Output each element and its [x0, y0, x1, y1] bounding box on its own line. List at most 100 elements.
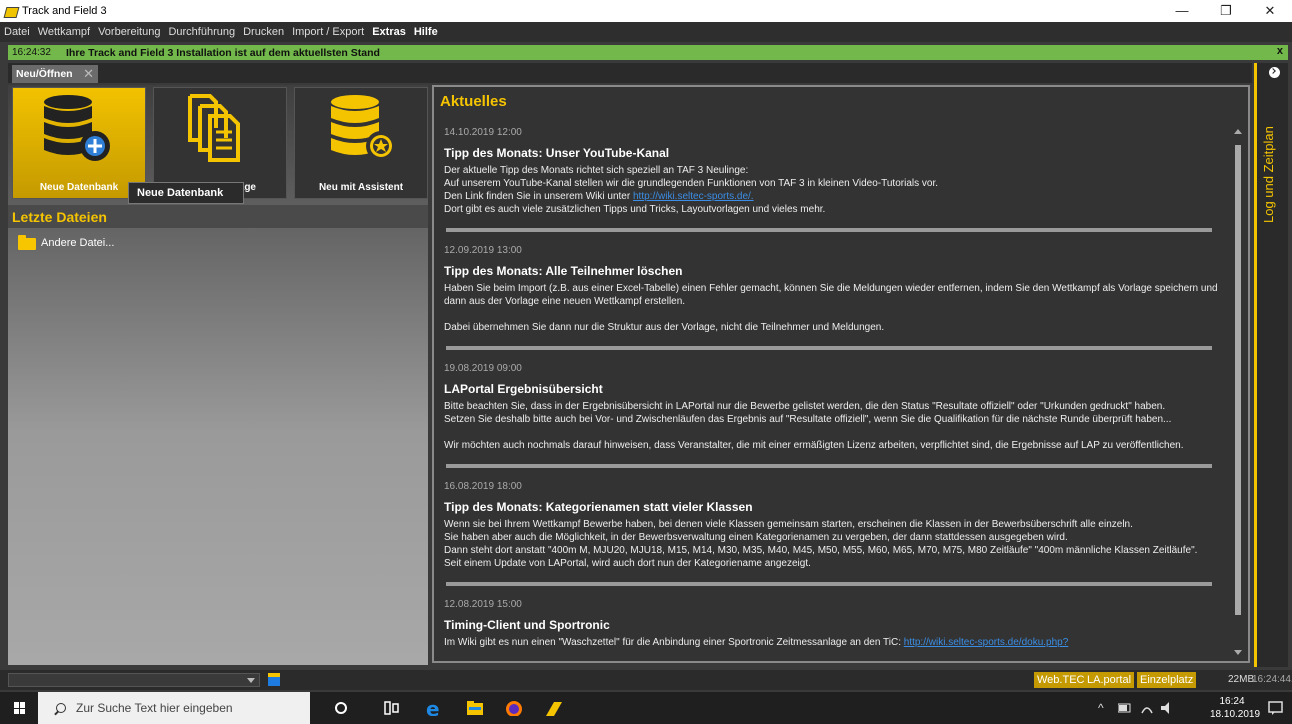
close-button[interactable]: ✕	[1248, 0, 1292, 22]
volume-icon[interactable]	[1160, 701, 1176, 724]
news-line: Auf unserem YouTube-Kanal stellen wir di…	[444, 178, 939, 189]
status-bar: Web.TEC LA.portal Einzelplatz 22MB 16:24…	[0, 670, 1292, 690]
minimize-button[interactable]: —	[1160, 0, 1204, 22]
news-line: Bitte beachten Sie, dass in der Ergebnis…	[444, 401, 1166, 412]
news-date: 12.09.2019 13:00	[444, 245, 522, 256]
status-combo[interactable]	[8, 673, 260, 687]
search-icon	[56, 703, 66, 713]
news-line: Seit einem Update von LAPortal, wird auc…	[444, 558, 811, 569]
search-placeholder: Zur Suche Text hier eingeben	[76, 701, 233, 715]
news-headline: Timing-Client und Sportronic	[444, 618, 610, 632]
memory-readout: 22MB	[1228, 674, 1255, 685]
news-line: Dabei übernehmen Sie dann nur die Strukt…	[444, 322, 885, 333]
news-line: Setzen Sie deshalb bitte auch bei Vor- u…	[444, 414, 1172, 425]
news-date: 12.08.2019 15:00	[444, 599, 522, 610]
news-date: 16.08.2019 18:00	[444, 481, 522, 492]
save-icon[interactable]	[268, 673, 280, 686]
status-clock: 16:24:44.7	[1252, 674, 1292, 685]
news-separator	[446, 346, 1212, 350]
maximize-button[interactable]: ❐	[1204, 0, 1248, 22]
news-line: Der aktuelle Tipp des Monats richtet sic…	[444, 165, 749, 176]
news-item: 16.08.2019 18:00 Tipp des Monats: Kategor…	[444, 481, 1228, 586]
menu-item-datei[interactable]: Datei	[0, 26, 34, 38]
new-with-assistant-tile[interactable]: Neu mit Assistent	[294, 87, 428, 199]
badge-einzelplatz: Einzelplatz	[1137, 672, 1197, 688]
menu-item-import-export[interactable]: Import / Export	[288, 26, 368, 38]
update-notification: 16:24:32 Ihre Track and Field 3 Installa…	[8, 45, 1288, 60]
menu-item-drucken[interactable]: Drucken	[239, 26, 288, 38]
collapse-icon[interactable]	[1269, 67, 1280, 78]
badge-webtec: Web.TEC	[1034, 672, 1088, 688]
news-date: 19.08.2019 09:00	[444, 363, 522, 374]
database-add-icon	[44, 95, 110, 161]
news-line: Dann steht dort anstatt "400m M, MJU20, …	[444, 545, 1198, 556]
tab-strip: Neu/Öffnen ✕	[8, 63, 1252, 83]
new-with-assistant-label: Neu mit Assistent	[318, 182, 404, 193]
news-scrollbar[interactable]	[1234, 127, 1242, 657]
new-database-label: Neue Datenbank	[39, 182, 119, 193]
news-headline: Tipp des Monats: Alle Teilnehmer löschen	[444, 264, 683, 278]
log-sidebar-label: Log und Zeitplan	[1261, 126, 1276, 223]
tray-chevron-up-icon[interactable]: ^	[1098, 701, 1104, 724]
cortana-icon[interactable]	[334, 700, 348, 716]
menu-item-durchführung[interactable]: Durchführung	[164, 26, 239, 38]
chevron-down-icon	[247, 678, 255, 683]
scroll-thumb[interactable]	[1235, 145, 1241, 615]
windows-start-icon[interactable]	[14, 702, 26, 714]
taskbar-search[interactable]: Zur Suche Text hier eingeben	[38, 692, 310, 724]
svg-text:e: e	[426, 700, 440, 716]
notification-time: 16:24:32	[12, 47, 51, 58]
left-panel: Neue Datenbank age Neu mit Assistent Let…	[8, 85, 428, 665]
news-link-prefix: Im Wiki gibt es nun einen "Waschzettel" …	[444, 637, 904, 648]
app-icon	[5, 5, 17, 17]
notifications-icon[interactable]	[1268, 700, 1284, 724]
tab-label: Neu/Öffnen	[16, 68, 73, 80]
log-sidebar[interactable]: Log und Zeitplan	[1254, 63, 1288, 667]
news-link[interactable]: http://wiki.seltec-sports.de/doku.php?	[904, 637, 1069, 648]
menu-item-wettkampf[interactable]: Wettkampf	[34, 26, 94, 38]
news-line: Sie haben aber auch die Möglichkeit, in …	[444, 532, 1068, 543]
news-separator	[446, 228, 1212, 232]
taskbar: Zur Suche Text hier eingeben e ^ 16:24 1…	[0, 692, 1292, 724]
new-database-tile[interactable]: Neue Datenbank	[12, 87, 146, 199]
news-separator	[446, 464, 1212, 468]
notification-close-button[interactable]: x	[1277, 45, 1283, 57]
scroll-up-icon[interactable]	[1234, 129, 1242, 134]
news-item: 12.09.2019 13:00 Tipp des Monats: Alle Te…	[444, 245, 1228, 350]
tab-close-icon[interactable]: ✕	[83, 65, 94, 83]
task-view-icon[interactable]	[384, 700, 400, 716]
news-item: 19.08.2019 09:00 LAPortal Ergebnisübersic…	[444, 363, 1228, 468]
scroll-down-icon[interactable]	[1234, 650, 1242, 655]
news-headline: Tipp des Monats: Unser YouTube-Kanal	[444, 146, 670, 160]
news-line	[444, 426, 1228, 439]
news-link[interactable]: http://wiki.seltec-sports.de/.	[633, 191, 754, 202]
taskbar-date: 18.10.2019	[1210, 709, 1261, 720]
news-item: 12.08.2019 15:00 Timing-Client und Sportr…	[444, 599, 1228, 649]
menu-item-hilfe[interactable]: Hilfe	[410, 26, 442, 38]
firefox-icon[interactable]	[505, 700, 523, 716]
tooltip: Neue Datenbank	[128, 182, 244, 204]
news-body: Im Wiki gibt es nun einen "Waschzettel" …	[444, 636, 1228, 649]
folder-icon	[18, 235, 37, 250]
menu-item-extras[interactable]: Extras	[368, 26, 410, 38]
menu-item-vorbereitung[interactable]: Vorbereitung	[94, 26, 164, 38]
tab-neu-oeffnen[interactable]: Neu/Öffnen ✕	[12, 65, 98, 83]
track-and-field-taskbar-icon[interactable]	[544, 700, 564, 716]
news-body: Der aktuelle Tipp des Monats richtet sic…	[444, 164, 1228, 216]
wifi-icon[interactable]	[1140, 701, 1154, 724]
edge-icon[interactable]: e	[426, 700, 444, 716]
news-line: Dort gibt es auch viele zusätzlichen Tip…	[444, 204, 826, 215]
news-body: Wenn sie bei Ihrem Wettkampf Bewerbe hab…	[444, 518, 1228, 570]
taskbar-time: 16:24	[1219, 696, 1245, 707]
recent-item-label: Andere Datei...	[41, 236, 115, 249]
badge-laportal: LA.portal	[1084, 672, 1135, 688]
news-list: 14.10.2019 12:00 Tipp des Monats: Unser Y…	[444, 127, 1228, 659]
taskbar-clock[interactable]: 16:24 18.10.2019	[1210, 695, 1261, 721]
news-panel: Aktuelles 14.10.2019 12:00 Tipp des Monat…	[432, 85, 1250, 663]
recent-item-other-file[interactable]: Andere Datei...	[18, 235, 114, 250]
news-headline: Tipp des Monats: Kategorienamen statt vi…	[444, 500, 753, 514]
file-explorer-icon[interactable]	[466, 700, 484, 716]
news-link-prefix: Den Link finden Sie in unserem Wiki unte…	[444, 191, 633, 202]
documents-icon	[188, 94, 240, 162]
battery-icon[interactable]	[1118, 703, 1132, 724]
